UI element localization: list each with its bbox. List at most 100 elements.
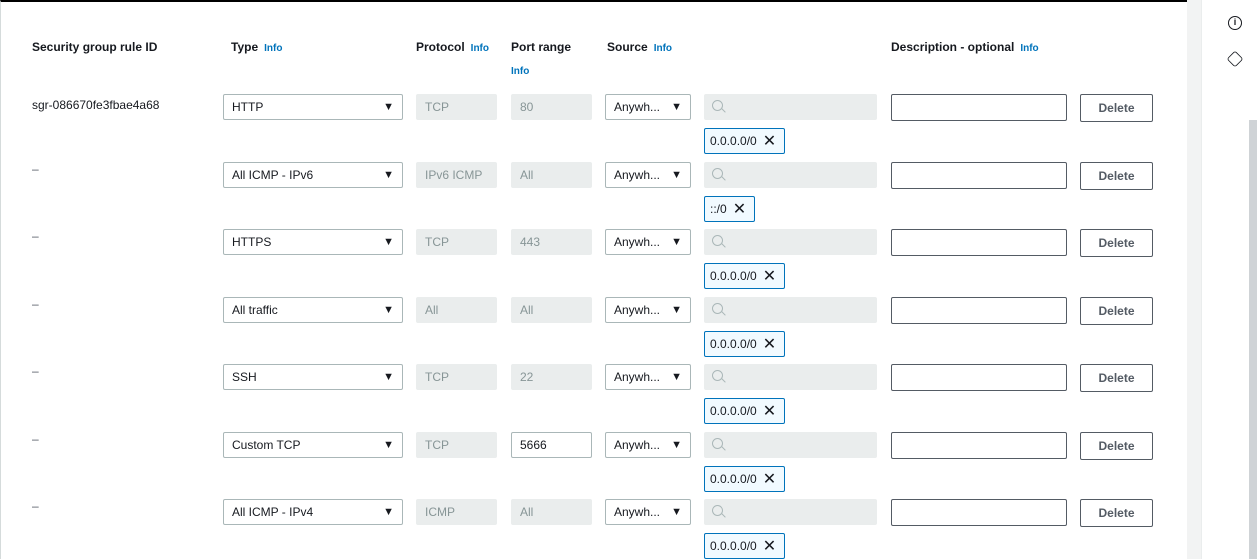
protocol-field: TCP <box>416 432 497 458</box>
type-select[interactable]: All traffic ▼ <box>223 297 403 323</box>
caret-down-icon: ▼ <box>383 169 394 181</box>
info-circle-icon[interactable]: i <box>1228 16 1242 30</box>
protocol-field: TCP <box>416 364 497 390</box>
source-select[interactable]: Anywh... ▼ <box>605 364 691 390</box>
source-select[interactable]: Anywh... ▼ <box>605 297 691 323</box>
port-info-link[interactable]: Info <box>511 66 529 77</box>
cidr-search-input[interactable] <box>704 94 877 120</box>
type-info-link[interactable]: Info <box>264 43 282 54</box>
cidr-search-input[interactable] <box>704 229 877 255</box>
description-input[interactable] <box>891 162 1067 189</box>
header-protocol-label: Protocol <box>416 40 465 54</box>
close-icon[interactable]: ✕ <box>763 133 776 150</box>
type-value: HTTP <box>232 100 264 114</box>
protocol-field: All <box>416 297 497 323</box>
description-input[interactable] <box>891 432 1067 459</box>
header-source: Source Info <box>607 40 672 54</box>
header-port-range: Port range <box>511 40 572 54</box>
cidr-token: 0.0.0.0/0 ✕ <box>704 263 786 289</box>
header-description: Description - optional Info <box>891 40 1039 54</box>
rule-id: – <box>32 432 39 446</box>
close-icon[interactable]: ✕ <box>733 201 746 218</box>
description-input[interactable] <box>891 499 1067 526</box>
type-select[interactable]: HTTPS ▼ <box>223 229 403 255</box>
description-input[interactable] <box>891 364 1067 391</box>
caret-down-icon: ▼ <box>671 506 682 518</box>
caret-down-icon: ▼ <box>383 506 394 518</box>
cidr-value: 0.0.0.0/0 <box>710 134 757 148</box>
description-input[interactable] <box>891 229 1067 256</box>
close-icon[interactable]: ✕ <box>763 403 776 420</box>
source-select[interactable]: Anywh... ▼ <box>605 94 691 120</box>
delete-button[interactable]: Delete <box>1080 432 1153 460</box>
port-range-field: 443 <box>511 229 592 255</box>
cidr-token: 0.0.0.0/0 ✕ <box>704 533 786 559</box>
delete-button[interactable]: Delete <box>1080 364 1153 392</box>
rule-id: – <box>32 364 39 378</box>
type-value: All traffic <box>232 303 278 317</box>
source-value: Anywh... <box>614 100 661 114</box>
caret-down-icon: ▼ <box>671 236 682 248</box>
cidr-value: 0.0.0.0/0 <box>710 269 757 283</box>
delete-button[interactable]: Delete <box>1080 229 1153 257</box>
rule-id: – <box>32 297 39 311</box>
scrollbar[interactable] <box>1249 120 1257 559</box>
port-range-field: 80 <box>511 94 592 120</box>
cidr-value: ::/0 <box>710 202 727 216</box>
type-select[interactable]: SSH ▼ <box>223 364 403 390</box>
description-input[interactable] <box>891 297 1067 324</box>
header-type: Type Info <box>231 40 282 54</box>
close-icon[interactable]: ✕ <box>763 336 776 353</box>
port-range-field[interactable]: 5666 <box>511 432 592 458</box>
protocol-field: ICMP <box>416 499 497 525</box>
type-value: HTTPS <box>232 235 272 249</box>
cidr-value: 0.0.0.0/0 <box>710 404 757 418</box>
cidr-search-input[interactable] <box>704 432 877 458</box>
delete-button[interactable]: Delete <box>1080 94 1153 122</box>
cidr-token: 0.0.0.0/0 ✕ <box>704 398 786 424</box>
source-select[interactable]: Anywh... ▼ <box>605 229 691 255</box>
cidr-search-input[interactable] <box>704 162 877 188</box>
port-range-field: 22 <box>511 364 592 390</box>
caret-down-icon: ▼ <box>671 371 682 383</box>
search-icon <box>712 370 723 381</box>
type-select[interactable]: All ICMP - IPv4 ▼ <box>223 499 403 525</box>
type-value: Custom TCP <box>232 438 301 452</box>
protocol-field: TCP <box>416 94 497 120</box>
source-select[interactable]: Anywh... ▼ <box>605 432 691 458</box>
rule-id: – <box>32 162 39 176</box>
rule-id: – <box>32 229 39 243</box>
close-icon[interactable]: ✕ <box>763 538 776 555</box>
source-value: Anywh... <box>614 505 661 519</box>
caret-down-icon: ▼ <box>383 236 394 248</box>
caret-down-icon: ▼ <box>383 371 394 383</box>
cidr-value: 0.0.0.0/0 <box>710 539 757 553</box>
port-range-field: All <box>511 297 592 323</box>
delete-button[interactable]: Delete <box>1080 499 1153 527</box>
description-info-link[interactable]: Info <box>1020 43 1038 54</box>
type-select[interactable]: All ICMP - IPv6 ▼ <box>223 162 403 188</box>
header-source-label: Source <box>607 40 648 54</box>
source-select[interactable]: Anywh... ▼ <box>605 499 691 525</box>
type-select[interactable]: Custom TCP ▼ <box>223 432 403 458</box>
protocol-field: TCP <box>416 229 497 255</box>
protocol-info-link[interactable]: Info <box>471 43 489 54</box>
delete-button[interactable]: Delete <box>1080 162 1153 190</box>
type-value: All ICMP - IPv4 <box>232 505 314 519</box>
port-range-field: All <box>511 162 592 188</box>
close-icon[interactable]: ✕ <box>763 471 776 488</box>
cidr-search-input[interactable] <box>704 499 877 525</box>
type-value: All ICMP - IPv6 <box>232 168 314 182</box>
source-value: Anywh... <box>614 168 661 182</box>
header-protocol: Protocol Info <box>416 40 489 54</box>
type-select[interactable]: HTTP ▼ <box>223 94 403 120</box>
close-icon[interactable]: ✕ <box>763 268 776 285</box>
source-select[interactable]: Anywh... ▼ <box>605 162 691 188</box>
cidr-search-input[interactable] <box>704 364 877 390</box>
cidr-token: 0.0.0.0/0 ✕ <box>704 331 786 357</box>
delete-button[interactable]: Delete <box>1080 297 1153 325</box>
cidr-search-input[interactable] <box>704 297 877 323</box>
source-info-link[interactable]: Info <box>654 43 672 54</box>
caret-down-icon: ▼ <box>671 169 682 181</box>
description-input[interactable] <box>891 94 1067 121</box>
